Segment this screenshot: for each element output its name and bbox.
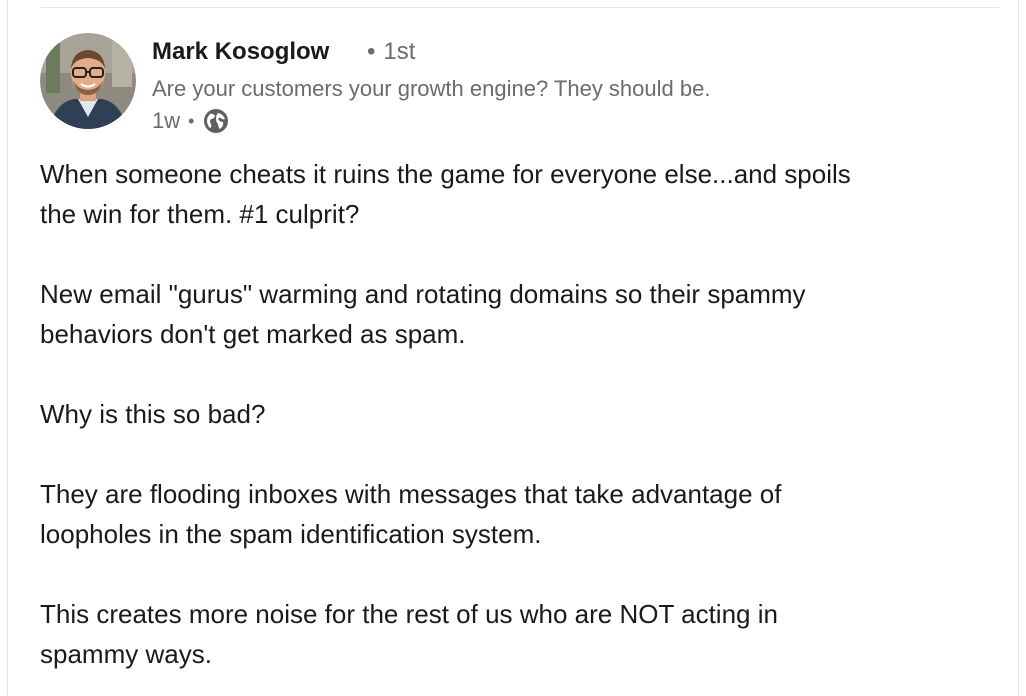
author-headline: Are your customers your growth engine? T…	[152, 76, 711, 101]
post-meta: 1w •	[152, 106, 229, 136]
globe-icon	[203, 108, 229, 134]
meta-separator: •	[188, 110, 195, 131]
post-paragraph: Why is this so bad?	[40, 399, 266, 429]
connection-degree: • 1st	[367, 38, 415, 66]
post-paragraph: They are flooding inboxes with messages …	[40, 479, 782, 549]
post-paragraph: This creates more noise for the rest of …	[40, 599, 778, 669]
post-body: When someone cheats it ruins the game fo…	[40, 154, 970, 696]
post-paragraph: New email "gurus" warming and rotating d…	[40, 279, 806, 349]
degree-label: 1st	[383, 38, 416, 65]
degree-separator: •	[367, 38, 376, 65]
avatar[interactable]	[40, 33, 136, 129]
divider	[41, 7, 999, 8]
post-age[interactable]: 1w	[152, 108, 180, 134]
author-name[interactable]: Mark Kosoglow	[152, 38, 329, 66]
profile-photo	[40, 33, 136, 129]
post-paragraph: When someone cheats it ruins the game fo…	[40, 159, 851, 229]
